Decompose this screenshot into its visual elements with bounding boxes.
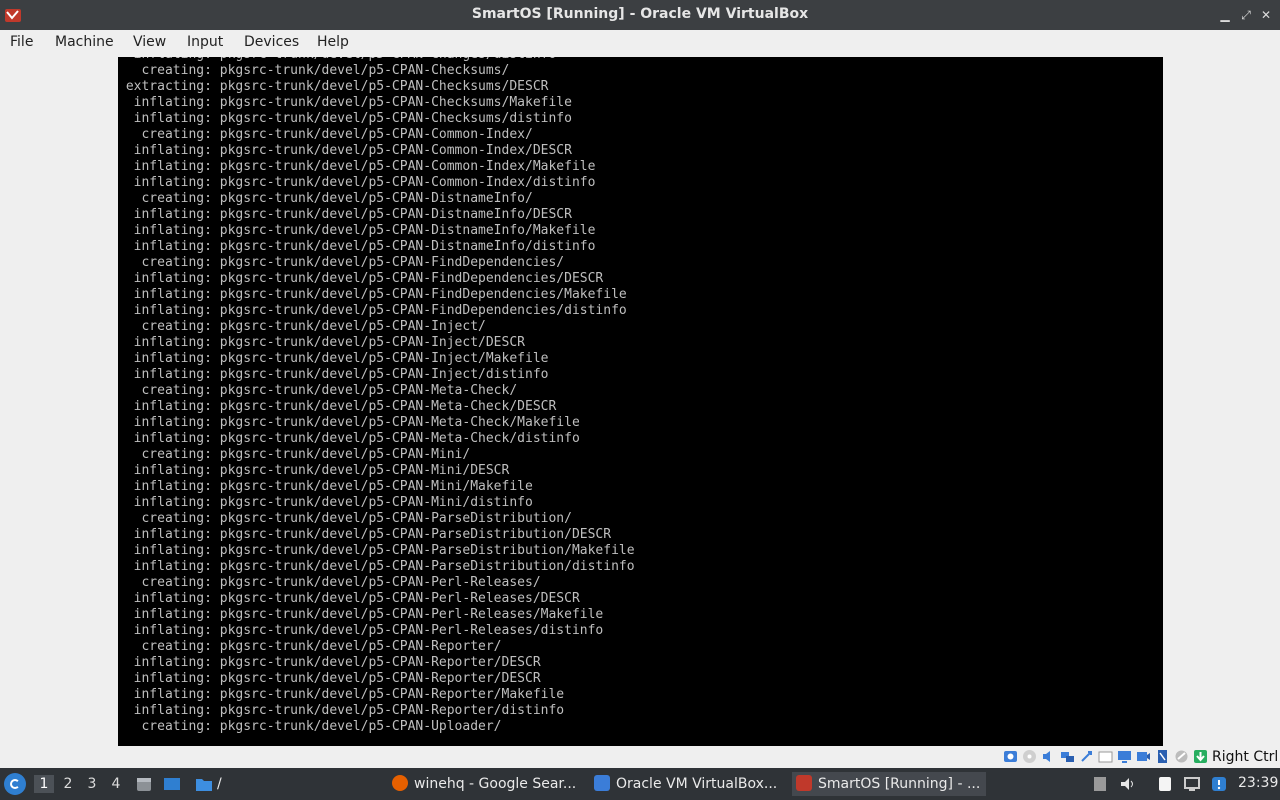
clipboard-icon[interactable] bbox=[1091, 775, 1109, 793]
virtualbox-icon bbox=[796, 775, 812, 791]
console-line: creating: pkgsrc-trunk/devel/p5-CPAN-Per… bbox=[118, 575, 541, 590]
start-menu-icon[interactable] bbox=[4, 773, 26, 795]
console-line: inflating: pkgsrc-trunk/devel/p5-CPAN-Di… bbox=[118, 223, 596, 238]
task-virtualbox-manager[interactable]: Oracle VM VirtualBox... bbox=[594, 772, 784, 796]
menubar: File Machine View Input Devices Help bbox=[0, 30, 1280, 56]
taskbar: 1 2 3 4 / winehq - Google Sear... Oracle… bbox=[0, 768, 1280, 800]
console-line: inflating: pkgsrc-trunk/devel/p5-CPAN-Co… bbox=[118, 143, 572, 158]
desktop-icon[interactable] bbox=[163, 775, 181, 793]
console-line: inflating: pkgsrc-trunk/devel/p5-CPAN-Fi… bbox=[118, 303, 627, 318]
menu-file[interactable]: File bbox=[10, 34, 33, 50]
network-tray-icon[interactable] bbox=[1183, 775, 1201, 793]
task-label: SmartOS [Running] - ... bbox=[818, 776, 981, 792]
launcher-path[interactable]: / bbox=[217, 772, 229, 796]
console-line: inflating: pkgsrc-trunk/devel/p5-CPAN-Pe… bbox=[118, 607, 604, 622]
console-line: inflating: pkgsrc-trunk/devel/p5-CPAN-Ch… bbox=[118, 95, 572, 110]
console-line: inflating: pkgsrc-trunk/devel/p5-CPAN-Fi… bbox=[118, 287, 627, 302]
console-line: inflating: pkgsrc-trunk/devel/p5-CPAN-Mi… bbox=[118, 463, 510, 478]
console-line: inflating: pkgsrc-trunk/devel/p5-CPAN-Pe… bbox=[118, 591, 580, 606]
usb-icon[interactable] bbox=[1079, 749, 1094, 764]
task-label: Oracle VM VirtualBox... bbox=[616, 776, 778, 792]
optical-disk-icon[interactable] bbox=[1022, 749, 1037, 764]
mouse-integration-icon[interactable] bbox=[1174, 749, 1189, 764]
restore-icon[interactable]: ⤢ bbox=[1238, 7, 1254, 23]
console-line: creating: pkgsrc-trunk/devel/p5-CPAN-Dis… bbox=[118, 191, 533, 206]
console-line: creating: pkgsrc-trunk/devel/p5-CPAN-Inj… bbox=[118, 319, 486, 334]
task-firefox[interactable]: winehq - Google Sear... bbox=[392, 772, 582, 796]
console-line: inflating: pkgsrc-trunk/devel/p5-CPAN-Pe… bbox=[118, 623, 604, 638]
console-line: inflating: pkgsrc-trunk/devel/p5-CPAN-Di… bbox=[118, 239, 596, 254]
console-line: inflating: pkgsrc-trunk/devel/p5-CPAN-Re… bbox=[118, 671, 541, 686]
console-line: inflating: pkgsrc-trunk/devel/p5-CPAN-Pa… bbox=[118, 527, 612, 542]
console-line: inflating: pkgsrc-trunk/devel/p5-CPAN-Mi… bbox=[118, 479, 533, 494]
console-line: inflating: pkgsrc-trunk/devel/p5-CPAN-In… bbox=[118, 335, 525, 350]
console-line: creating: pkgsrc-trunk/devel/p5-CPAN-Min… bbox=[118, 447, 471, 462]
console-line: inflating: pkgsrc-trunk/devel/p5-CPAN-Me… bbox=[118, 399, 557, 414]
workspace-4[interactable]: 4 bbox=[106, 775, 126, 793]
notes-icon[interactable] bbox=[1156, 775, 1174, 793]
console-line: creating: pkgsrc-trunk/devel/p5-CPAN-Upl… bbox=[118, 719, 502, 734]
window-titlebar[interactable]: SmartOS [Running] - Oracle VM VirtualBox… bbox=[0, 0, 1280, 30]
console-line: inflating: pkgsrc-trunk/devel/p5-CPAN-Co… bbox=[118, 159, 596, 174]
host-key-label: Right Ctrl bbox=[1212, 749, 1279, 765]
keyboard-icon[interactable] bbox=[1193, 749, 1208, 764]
menu-input[interactable]: Input bbox=[187, 34, 223, 50]
console-line: inflating: pkgsrc-trunk/devel/p5-CPAN-Re… bbox=[118, 703, 565, 718]
minimize-icon[interactable]: ▁ bbox=[1217, 7, 1233, 23]
virtualbox-manager-icon bbox=[594, 775, 610, 791]
volume-icon[interactable] bbox=[1119, 775, 1137, 793]
menu-machine[interactable]: Machine bbox=[55, 34, 114, 50]
console-line: inflating: pkgsrc-trunk/devel/p5-CPAN-Pa… bbox=[118, 559, 635, 574]
workspace-1[interactable]: 1 bbox=[34, 775, 54, 793]
console-line: inflating: pkgsrc-trunk/devel/p5-CPAN-Me… bbox=[118, 431, 580, 446]
console-line: creating: pkgsrc-trunk/devel/p5-CPAN-Met… bbox=[118, 383, 518, 398]
task-label: winehq - Google Sear... bbox=[414, 776, 577, 792]
console-output: inflating: pkgsrc-trunk/devel/p5-CPAN-Ch… bbox=[118, 57, 635, 735]
console-line: inflating: pkgsrc-trunk/devel/p5-CPAN-Re… bbox=[118, 655, 541, 670]
close-icon[interactable]: ✕ bbox=[1258, 7, 1274, 23]
console-line: inflating: pkgsrc-trunk/devel/p5-CPAN-Fi… bbox=[118, 271, 604, 286]
console-line: inflating: pkgsrc-trunk/devel/p5-CPAN-Re… bbox=[118, 687, 565, 702]
task-smartos[interactable]: SmartOS [Running] - ... bbox=[792, 772, 986, 796]
clock: 23:39 bbox=[1238, 775, 1279, 791]
file-manager-icon[interactable] bbox=[135, 775, 153, 793]
cpu-icon[interactable] bbox=[1155, 749, 1170, 764]
menu-help[interactable]: Help bbox=[317, 34, 349, 50]
workspace-2[interactable]: 2 bbox=[58, 775, 78, 793]
vm-display[interactable]: inflating: pkgsrc-trunk/devel/p5-CPAN-Ch… bbox=[118, 57, 1163, 746]
console-line: creating: pkgsrc-trunk/devel/p5-CPAN-Che… bbox=[118, 63, 510, 78]
menu-view[interactable]: View bbox=[133, 34, 166, 50]
console-line: inflating: pkgsrc-trunk/devel/p5-CPAN-Di… bbox=[118, 207, 572, 222]
updates-icon[interactable] bbox=[1210, 775, 1228, 793]
console-line: inflating: pkgsrc-trunk/devel/p5-CPAN-Mi… bbox=[118, 495, 533, 510]
window-title: SmartOS [Running] - Oracle VM VirtualBox bbox=[471, 6, 809, 22]
firefox-icon bbox=[392, 775, 408, 791]
console-line: inflating: pkgsrc-trunk/devel/p5-CPAN-Ch… bbox=[118, 111, 572, 126]
hard-disk-icon[interactable] bbox=[1003, 749, 1018, 764]
network-icon[interactable] bbox=[1060, 749, 1075, 764]
video-capture-icon[interactable] bbox=[1136, 749, 1151, 764]
shared-folders-icon[interactable] bbox=[1098, 749, 1113, 764]
console-line: extracting: pkgsrc-trunk/devel/p5-CPAN-C… bbox=[118, 79, 549, 94]
console-line: creating: pkgsrc-trunk/devel/p5-CPAN-Fin… bbox=[118, 255, 565, 270]
workspace-3[interactable]: 3 bbox=[82, 775, 102, 793]
audio-icon[interactable] bbox=[1041, 749, 1056, 764]
console-line: creating: pkgsrc-trunk/devel/p5-CPAN-Rep… bbox=[118, 639, 502, 654]
menu-devices[interactable]: Devices bbox=[244, 34, 299, 50]
home-folder-icon[interactable] bbox=[195, 775, 213, 793]
console-line: inflating: pkgsrc-trunk/devel/p5-CPAN-Co… bbox=[118, 175, 596, 190]
console-line: inflating: pkgsrc-trunk/devel/p5-CPAN-In… bbox=[118, 351, 549, 366]
console-line: inflating: pkgsrc-trunk/devel/p5-CPAN-Me… bbox=[118, 415, 580, 430]
console-line: creating: pkgsrc-trunk/devel/p5-CPAN-Com… bbox=[118, 127, 533, 142]
vm-statusbar: Right Ctrl bbox=[0, 747, 1280, 768]
console-line: inflating: pkgsrc-trunk/devel/p5-CPAN-In… bbox=[118, 367, 549, 382]
console-line: inflating: pkgsrc-trunk/devel/p5-CPAN-Pa… bbox=[118, 543, 635, 558]
console-line: creating: pkgsrc-trunk/devel/p5-CPAN-Par… bbox=[118, 511, 572, 526]
display-icon[interactable] bbox=[1117, 749, 1132, 764]
